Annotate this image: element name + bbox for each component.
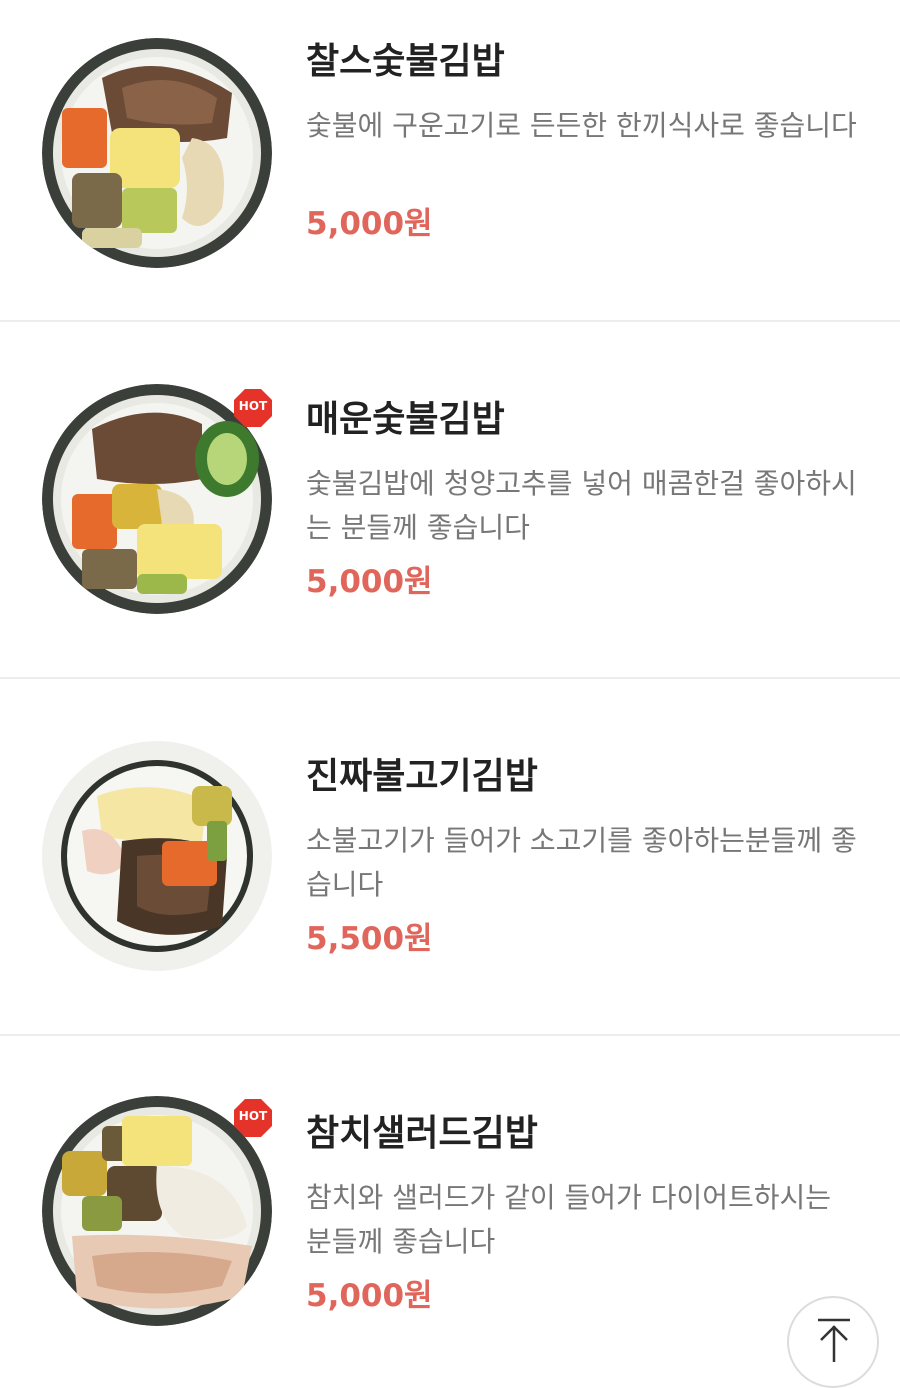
item-description: 숯불김밥에 청양고추를 넣어 매콤한걸 좋아하시는 분들께 좋습니다 (306, 467, 857, 544)
item-description: 참치와 샐러드가 같이 들어가 다이어트하시는 분들께 좋습니다 (306, 1181, 832, 1258)
menu-item-tuna-salad[interactable]: HOT 참치샐러드김밥 참치와 샐러드가 같이 들어가 다이어트하시는 분들께 … (0, 1036, 900, 1364)
hot-badge-label: HOT (238, 1109, 268, 1123)
menu-item-real-bulgogi[interactable]: 진짜불고기김밥 소불고기가 들어가 소고기를 좋아하는분들께 좋습니다 5,50… (0, 679, 900, 1036)
menu-list: 찰스숯불김밥 숯불에 구운고기로 든든한 한끼식사로 좋습니다 5,000원 H… (0, 0, 900, 1364)
item-description: 숯불에 구운고기로 든든한 한끼식사로 좋습니다 (306, 109, 857, 142)
hot-badge: HOT (233, 388, 273, 428)
item-price: 5,000원 (306, 1278, 433, 1314)
item-name: 진짜불고기김밥 (306, 756, 538, 797)
hot-badge: HOT (233, 1098, 273, 1138)
item-name: 매운숯불김밥 (306, 399, 505, 440)
item-description: 소불고기가 들어가 소고기를 좋아하는분들께 좋습니다 (306, 824, 857, 901)
menu-item-charles-sutbul[interactable]: 찰스숯불김밥 숯불에 구운고기로 든든한 한끼식사로 좋습니다 5,000원 (0, 0, 900, 322)
item-name: 찰스숯불김밥 (306, 41, 505, 82)
kimbap-photo (42, 741, 272, 971)
item-price: 5,500원 (306, 921, 433, 957)
scroll-to-top-button[interactable] (787, 1296, 879, 1388)
item-name: 참치샐러드김밥 (306, 1113, 538, 1154)
menu-item-spicy-sutbul[interactable]: HOT 매운숯불김밥 숯불김밥에 청양고추를 넣어 매콤한걸 좋아하시는 분들께… (0, 322, 900, 679)
item-price: 5,000원 (306, 206, 433, 242)
arrow-up-to-top-icon (818, 1318, 850, 1362)
item-price: 5,000원 (306, 564, 433, 600)
hot-badge-label: HOT (238, 399, 268, 413)
kimbap-photo (42, 38, 272, 268)
